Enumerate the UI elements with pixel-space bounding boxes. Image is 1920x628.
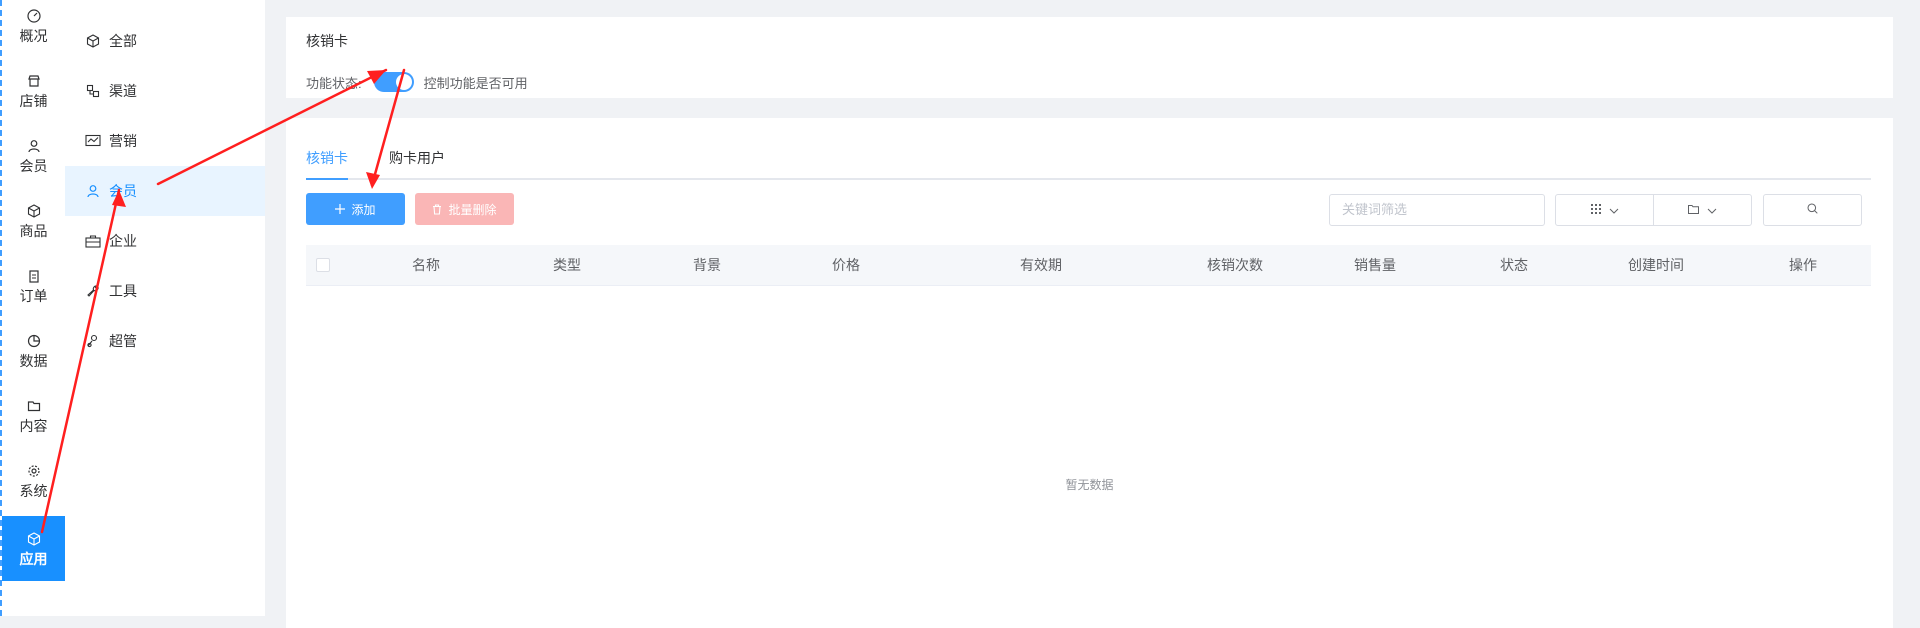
table-header: 名称 类型 背景 价格 有效期 核销次数 销售量 状态 创建时间 操作 — [306, 245, 1871, 286]
rail-item-store[interactable]: 店铺 — [2, 58, 65, 123]
column-header: 核销次数 — [1207, 257, 1263, 273]
chevron-down-icon — [1707, 201, 1717, 219]
user-icon — [85, 183, 101, 199]
rail-item-label: 应用 — [19, 550, 48, 567]
subnav-item-tools[interactable]: 工具 — [65, 266, 265, 316]
select-all-checkbox[interactable] — [316, 258, 330, 272]
folder-icon — [26, 398, 42, 414]
wrench-icon — [85, 283, 101, 299]
column-header: 价格 — [832, 257, 860, 273]
channel-icon — [85, 83, 101, 99]
rail-item-member[interactable]: 会员 — [2, 123, 65, 188]
rail-item-goods[interactable]: 商品 — [2, 188, 65, 253]
dashboard-icon — [26, 8, 42, 24]
chevron-down-icon — [1609, 201, 1619, 219]
trash-icon — [432, 203, 442, 215]
store-icon — [26, 73, 42, 89]
column-header: 有效期 — [1020, 257, 1062, 273]
column-settings-dropdown[interactable] — [1555, 194, 1654, 226]
rail-item-label: 概况 — [19, 27, 48, 44]
subnav-item-label: 会员 — [109, 183, 137, 199]
feature-status-card: 核销卡 功能状态: 控制功能是否可用 — [286, 17, 1893, 98]
cube-icon — [26, 203, 42, 219]
user-icon — [26, 138, 42, 154]
add-button[interactable]: 添加 — [306, 193, 405, 225]
column-header: 销售量 — [1354, 257, 1396, 273]
subnav-item-member[interactable]: 会员 — [65, 166, 265, 216]
admin-icon — [85, 333, 101, 349]
subnav-item-label: 企业 — [109, 233, 137, 249]
pie-chart-icon — [26, 333, 42, 349]
search-button[interactable] — [1763, 194, 1862, 226]
folder-filter-dropdown[interactable] — [1653, 194, 1752, 226]
rail-item-apps[interactable]: 应用 — [2, 516, 65, 581]
rail-item-label: 订单 — [19, 287, 48, 304]
feature-status-row: 功能状态: 控制功能是否可用 — [306, 72, 528, 92]
add-button-label: 添加 — [351, 202, 376, 217]
rail-item-system[interactable]: 系统 — [2, 448, 65, 513]
chart-icon — [85, 133, 101, 149]
plus-icon — [335, 204, 346, 214]
keyword-search-input[interactable]: 关键词筛选 — [1329, 194, 1545, 226]
status-description: 控制功能是否可用 — [423, 75, 528, 91]
main-content-card: 核销卡 购卡用户 添加 批量删除 关键词筛选 名称 类型 背景 价格 有效期 核… — [286, 118, 1893, 628]
rail-item-label: 店铺 — [19, 92, 48, 109]
rail-item-label: 系统 — [19, 482, 48, 499]
batch-delete-button[interactable]: 批量删除 — [415, 193, 514, 225]
tab-verification-card[interactable]: 核销卡 — [306, 148, 348, 180]
gear-icon — [26, 463, 42, 479]
rail-item-label: 数据 — [19, 352, 48, 369]
rail-item-orders[interactable]: 订单 — [2, 253, 65, 318]
subnav-item-enterprise[interactable]: 企业 — [65, 216, 265, 266]
briefcase-icon — [85, 233, 101, 249]
subnav-item-label: 营销 — [109, 133, 137, 149]
grid-icon — [1590, 201, 1601, 219]
main-nav-rail: 概况 店铺 会员 商品 订单 数据 内容 系统 应用 — [0, 0, 65, 616]
column-header: 创建时间 — [1628, 257, 1684, 273]
column-header: 操作 — [1789, 257, 1817, 273]
subnav-item-superadmin[interactable]: 超管 — [65, 316, 265, 366]
rail-item-overview[interactable]: 概况 — [2, 0, 65, 58]
cube-icon — [26, 531, 42, 547]
tab-bar: 核销卡 购卡用户 — [306, 148, 1871, 180]
feature-title: 核销卡 — [306, 33, 348, 49]
subnav-item-marketing[interactable]: 营销 — [65, 116, 265, 166]
tab-card-buyers[interactable]: 购卡用户 — [389, 148, 445, 178]
rail-item-label: 内容 — [19, 417, 48, 434]
rail-item-data[interactable]: 数据 — [2, 318, 65, 383]
feature-toggle-switch[interactable] — [373, 72, 414, 92]
subnav-item-label: 超管 — [109, 333, 137, 349]
rail-item-label: 会员 — [19, 157, 48, 174]
subnav-item-label: 工具 — [109, 283, 137, 299]
table-empty-text: 暂无数据 — [1065, 478, 1114, 492]
batch-delete-label: 批量删除 — [448, 202, 497, 217]
subnav-item-all[interactable]: 全部 — [65, 16, 265, 66]
status-label: 功能状态: — [306, 75, 362, 91]
column-header: 类型 — [553, 257, 581, 273]
subnav-item-label: 渠道 — [109, 83, 137, 99]
column-header: 名称 — [412, 257, 440, 273]
subnav-item-channel[interactable]: 渠道 — [65, 66, 265, 116]
column-header: 背景 — [693, 257, 721, 273]
clipboard-icon — [26, 268, 42, 284]
app-subnav: 全部 渠道 营销 会员 企业 工具 超管 — [65, 0, 265, 616]
rail-item-content[interactable]: 内容 — [2, 383, 65, 448]
subnav-item-label: 全部 — [109, 33, 137, 49]
cube-icon — [85, 33, 101, 49]
search-icon — [1807, 201, 1818, 219]
folder-icon — [1688, 201, 1699, 219]
column-header: 状态 — [1500, 257, 1528, 273]
rail-item-label: 商品 — [19, 222, 48, 239]
